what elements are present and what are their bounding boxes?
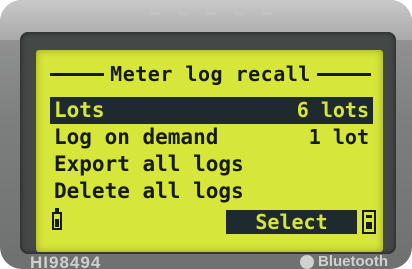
aux-status-icon: [362, 210, 376, 234]
menu-item-delete-all-logs[interactable]: Delete all logs: [50, 178, 373, 205]
menu-item-label: Log on demand: [54, 125, 219, 149]
menu-item-value: 6 lots: [296, 98, 369, 122]
menu-item-lots[interactable]: Lots 6 lots: [50, 97, 373, 124]
vent-dot: [178, 12, 188, 15]
lcd-screen: Meter log recall Lots 6 lots Log on dema…: [36, 50, 383, 252]
vent-dots: [150, 12, 272, 15]
menu-item-value: 1 lot: [308, 125, 369, 149]
bluetooth-logo: Bluetooth: [300, 253, 388, 269]
screen-header: Meter log recall: [36, 58, 383, 90]
battery-icon: [52, 208, 62, 230]
select-softkey[interactable]: Select: [226, 210, 357, 234]
bluetooth-label: Bluetooth: [318, 253, 388, 269]
softkey-bar: Select: [36, 208, 383, 236]
vent-dot: [234, 12, 244, 15]
model-label: HI98494: [30, 253, 102, 269]
bluetooth-icon: [300, 254, 314, 269]
menu-item-label: Export all logs: [54, 152, 244, 176]
header-rule-right: [316, 72, 371, 76]
menu-item-label: Delete all logs: [54, 179, 244, 203]
device-housing: Meter log recall Lots 6 lots Log on dema…: [0, 0, 412, 269]
vent-dot: [150, 12, 160, 15]
menu-item-log-on-demand[interactable]: Log on demand 1 lot: [50, 124, 373, 151]
screen-title: Meter log recall: [110, 62, 311, 86]
menu-list: Lots 6 lots Log on demand 1 lot Export a…: [50, 97, 373, 205]
vent-dot: [262, 12, 272, 15]
menu-item-export-all-logs[interactable]: Export all logs: [50, 151, 373, 178]
menu-item-label: Lots: [54, 98, 105, 122]
header-rule-left: [50, 72, 105, 76]
vent-dot: [206, 12, 216, 15]
